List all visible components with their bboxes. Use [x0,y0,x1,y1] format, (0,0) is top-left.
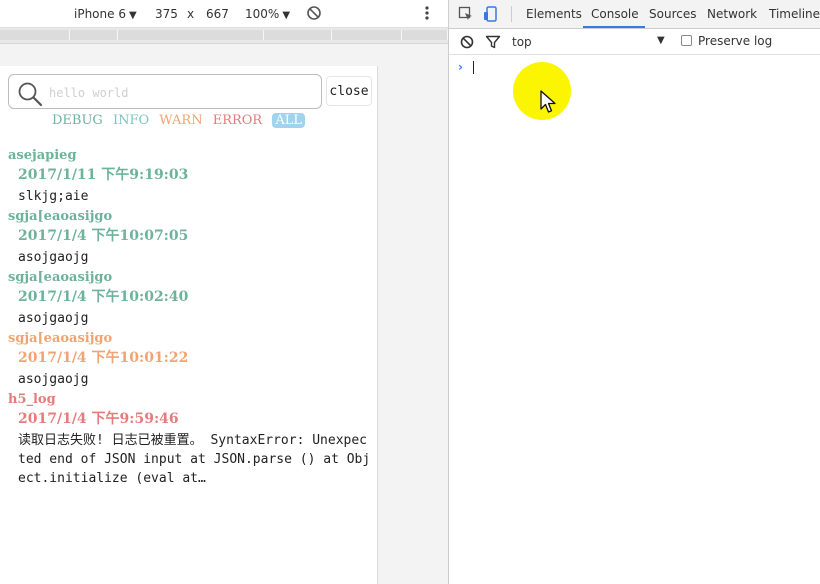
device-toggle-icon[interactable] [483,6,499,22]
zoom-select[interactable]: 100% ▼ [245,7,290,21]
filter-debug[interactable]: DEBUG [52,113,103,128]
log-entry[interactable]: asejapieg 2017/1/11 下午9:19:03 slkjg;aie [8,146,376,206]
log-message: asojgaojg [18,250,89,265]
log-time: 2017/1/4 下午10:07:05 [18,228,189,244]
console-output[interactable]: › [449,55,820,584]
log-tag: asejapieg [8,148,77,163]
ruler-segment[interactable] [402,30,448,40]
console-input-caret[interactable] [473,61,474,74]
tab-elements[interactable]: Elements [526,7,582,21]
ruler-segment[interactable] [70,30,118,40]
log-entry[interactable]: h5_log 2017/1/4 下午9:59:46 读取日志失败! 日志已被重置… [8,390,376,488]
log-tag: sgja[eaoasijgo [8,331,113,346]
log-message: asojgaojg [18,372,89,387]
close-button[interactable]: close [326,76,372,106]
filter-info[interactable]: INFO [113,113,149,128]
devtools-panel: Elements Console Sources Network Timelin… [448,0,820,584]
device-toolbar: iPhone 6 ▼ 375 x 667 100% ▼ [0,0,448,28]
devtools-tab-bar: Elements Console Sources Network Timelin… [449,0,820,29]
media-query-ruler[interactable] [0,28,448,44]
log-tag: sgja[eaoasijgo [8,270,113,285]
filter-all[interactable]: ALL [272,113,306,128]
toolbar-divider [511,6,512,22]
log-time: 2017/1/4 下午10:02:40 [18,289,189,305]
execution-context-select[interactable]: top [512,35,532,49]
log-message: asojgaojg [18,311,89,326]
search-input[interactable] [49,84,309,102]
log-message: slkjg;aie [18,189,89,204]
ruler-segment[interactable] [332,30,402,40]
console-prompt-icon: › [458,60,463,74]
preserve-log-label: Preserve log [698,34,773,48]
filter-icon[interactable] [485,34,501,50]
clear-console-icon[interactable] [459,34,475,50]
viewport-height-input[interactable]: 667 [206,7,229,21]
ruler-segment[interactable] [0,30,70,40]
log-time: 2017/1/4 下午9:59:46 [18,411,179,427]
log-entry[interactable]: sgja[eaoasijgo 2017/1/4 下午10:02:40 asojg… [8,268,376,328]
chevron-down-icon: ▼ [128,10,137,21]
inspect-element-icon[interactable] [458,6,474,22]
device-emulation-pane: iPhone 6▼ 375 x 667 100%▼ close [0,0,448,584]
rotate-icon[interactable] [306,5,322,24]
zoom-value: 100% [245,7,280,21]
search-icon [18,82,43,107]
log-message: 读取日志失败! 日志已被重置。 SyntaxError: Unexpected … [18,433,371,486]
log-time: 2017/1/4 下午10:01:22 [18,350,189,366]
ruler-segment[interactable] [264,30,332,40]
ruler-segment[interactable] [118,30,264,40]
search-box[interactable] [8,74,322,109]
mouse-pointer-icon [540,90,556,113]
tab-console[interactable]: Console [591,7,639,21]
tab-timeline[interactable]: Timeline [769,7,820,21]
console-toolbar: top ▼ Preserve log [449,30,820,55]
viewport-width-input[interactable]: 375 [155,7,178,21]
more-options-icon[interactable] [424,5,430,24]
log-entry[interactable]: sgja[eaoasijgo 2017/1/4 下午10:07:05 asojg… [8,207,376,267]
preserve-log-checkbox[interactable]: Preserve log [681,34,772,48]
log-entry[interactable]: sgja[eaoasijgo 2017/1/4 下午10:01:22 asojg… [8,329,376,389]
device-select[interactable]: iPhone 6 ▼ [74,7,137,21]
tab-network[interactable]: Network [707,7,757,21]
log-tag: sgja[eaoasijgo [8,209,113,224]
log-time: 2017/1/11 下午9:19:03 [18,167,189,183]
dimension-separator: x [187,7,195,21]
filter-warn[interactable]: WARN [159,113,202,128]
log-tag: h5_log [8,392,56,407]
chevron-down-icon: ▼ [282,10,291,21]
active-tab-indicator [583,26,645,28]
log-list: asejapieg 2017/1/11 下午9:19:03 slkjg;aie … [8,146,376,489]
chevron-down-icon[interactable]: ▼ [657,35,665,46]
level-filter-bar: DEBUG INFO WARN ERROR ALL [52,113,311,131]
filter-error[interactable]: ERROR [213,113,263,128]
checkbox-box[interactable] [681,35,692,46]
tab-sources[interactable]: Sources [649,7,696,21]
page-viewport: close DEBUG INFO WARN ERROR ALL asejapie… [0,66,378,584]
device-name: iPhone 6 [74,7,126,21]
